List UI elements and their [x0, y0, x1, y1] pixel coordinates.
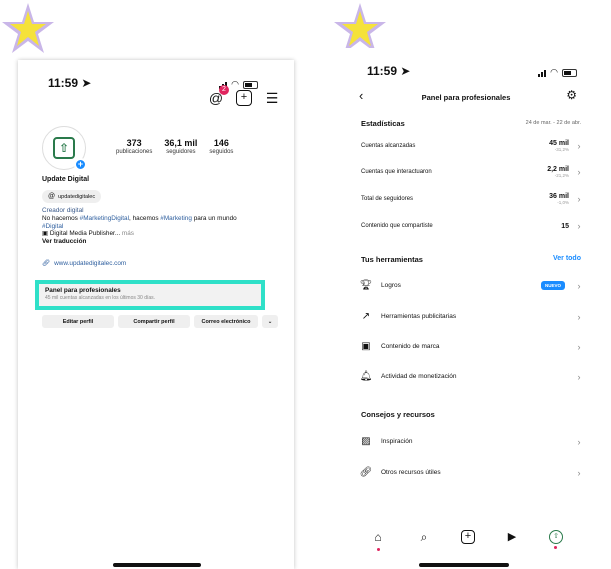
profile-category: Creador digital: [42, 207, 84, 214]
settings-icon[interactable]: ⚙: [566, 88, 577, 102]
chevron-right-icon: ›: [577, 141, 581, 151]
home-indicator: [113, 563, 201, 567]
branded-content-icon: ▣: [361, 341, 371, 352]
add-story-icon[interactable]: +: [74, 158, 87, 171]
chevron-right-icon: ›: [577, 280, 581, 291]
tool-monetization[interactable]: 🔔︎ Actividad de monetización ›: [359, 371, 583, 382]
new-badge: NUEVO: [540, 281, 565, 290]
tips-header: Consejos y recursos: [361, 410, 435, 419]
trophy-icon: 🏆︎: [359, 280, 373, 291]
website-link[interactable]: 🔗︎ www.updatedigitalec.com: [42, 259, 126, 268]
wifi-icon: ◠: [550, 67, 558, 77]
star-icon-left: [2, 3, 54, 53]
trend-arrow-icon: ↗: [361, 311, 371, 322]
status-time: 11:59 ➤: [367, 64, 411, 78]
edit-profile-button[interactable]: Editar perfil: [42, 315, 114, 328]
reels-icon[interactable]: ▶: [503, 530, 521, 545]
translate-link[interactable]: Ver traducción: [42, 238, 282, 246]
profile-stats: 373 publicaciones 36,1 mil seguidores 146 s…: [116, 138, 233, 155]
menu-icon[interactable]: ☰: [264, 90, 280, 106]
tip-inspiration[interactable]: ▨ Inspiración ›: [359, 436, 583, 447]
date-range[interactable]: 24 de mar. - 22 de abr.: [526, 120, 581, 126]
chevron-right-icon: ›: [577, 311, 581, 322]
home-icon[interactable]: ⌂: [369, 530, 387, 551]
tool-branded-content[interactable]: ▣ Contenido de marca ›: [359, 341, 583, 352]
threads-icon: @: [48, 193, 56, 200]
search-icon[interactable]: ⌕: [415, 530, 433, 545]
chevron-right-icon: ›: [577, 341, 581, 352]
tool-ad-tools[interactable]: ↗ Herramientas publicitarias ›: [359, 311, 583, 322]
more-link[interactable]: más: [120, 230, 134, 237]
professional-dashboard-button[interactable]: Panel para profesionales 45 mil cuentas …: [35, 280, 265, 310]
profile-bio: Creador digital No hacemos #MarketingDig…: [42, 207, 282, 246]
threads-handle: updatedigitalec: [58, 193, 96, 200]
tool-achievements[interactable]: 🏆︎ Logros NUEVO ›: [359, 280, 583, 291]
chevron-right-icon: ›: [577, 194, 581, 204]
stat-row-engaged[interactable]: Cuentas que interactuaron 2,2 mil -21,2% …: [361, 166, 583, 178]
profile-avatar-icon[interactable]: ⇧: [549, 530, 563, 549]
create-icon[interactable]: +: [236, 90, 252, 106]
image-icon: ▨: [361, 436, 371, 447]
chevron-right-icon: ›: [577, 167, 581, 177]
stat-row-followers[interactable]: Total de seguidores 36 mil -1,0% ›: [361, 193, 583, 205]
tools-header: Tus herramientas: [361, 255, 423, 264]
stats-header: Estadísticas: [361, 119, 405, 128]
status-icons: ◠: [538, 67, 577, 78]
profile-screen: 11:59 ➤ ◠ @2 + ☰ ⇧ + 373 publicaciones 36…: [18, 60, 294, 569]
stat-following[interactable]: 146 seguidos: [209, 138, 233, 155]
threads-badge: 2: [219, 85, 229, 95]
stat-row-reached[interactable]: Cuentas alcanzadas 45 mil -31,2% ›: [361, 140, 583, 152]
threads-handle-pill[interactable]: @ updatedigitalec: [42, 190, 102, 203]
home-indicator: [419, 563, 509, 567]
chevron-right-icon: ›: [577, 371, 581, 382]
bio-line-3: ▣ Digital Media Publisher... más: [42, 230, 135, 238]
bell-icon: 🔔︎: [359, 371, 373, 382]
panel-title: Panel para profesionales: [45, 287, 121, 294]
page-title: Panel para profesionales: [421, 93, 511, 102]
bottom-tab-bar: ⌂ ⌕ + ▶ ⇧: [337, 530, 595, 551]
tip-other-resources[interactable]: 🔗︎ Otros recursos útiles ›: [359, 467, 583, 478]
battery-icon: [243, 80, 258, 89]
status-time: 11:59 ➤: [48, 76, 92, 90]
bio-line-1: No hacemos #MarketingDigital, hacemos #M…: [42, 214, 237, 222]
create-icon[interactable]: +: [461, 530, 475, 544]
professional-dashboard-screen: 11:59 ➤ ◠ ‹ Panel para profesionales ⚙ E…: [337, 48, 595, 569]
logo-tree-icon: ⇧: [53, 137, 75, 159]
signal-icon: [538, 69, 547, 77]
hashtag-link[interactable]: #Digital: [42, 223, 282, 231]
stat-posts[interactable]: 373 publicaciones: [116, 138, 152, 155]
profile-name: Update Digital: [42, 176, 90, 183]
screenshot-canvas: 11:59 ➤ ◠ @2 + ☰ ⇧ + 373 publicaciones 36…: [0, 0, 611, 569]
share-profile-button[interactable]: Compartir perfil: [118, 315, 190, 328]
hashtag-link[interactable]: #MarketingDigital: [80, 215, 129, 222]
avatar[interactable]: ⇧ +: [42, 126, 87, 171]
stat-row-content-shared[interactable]: Contenido que compartiste 15 ›: [361, 221, 583, 231]
hashtag-link[interactable]: #Marketing: [160, 215, 192, 222]
threads-icon[interactable]: @2: [208, 85, 229, 106]
chevron-down-icon[interactable]: ⌄: [262, 315, 278, 328]
chevron-right-icon: ›: [577, 436, 581, 447]
panel-subtitle: 45 mil cuentas alcanzadas en los últimos…: [45, 295, 156, 301]
link-icon: 🔗︎: [359, 467, 373, 478]
stat-followers[interactable]: 36,1 mil seguidores: [164, 138, 197, 155]
chevron-right-icon: ›: [577, 467, 581, 478]
battery-icon: [562, 68, 577, 77]
email-button[interactable]: Correo electrónico: [194, 315, 258, 328]
profile-top-icons: @2 + ☰: [208, 85, 280, 106]
wifi-icon: ◠: [231, 79, 239, 89]
see-all-link[interactable]: Ver todo: [553, 255, 581, 262]
link-icon: 🔗︎: [42, 260, 51, 267]
profile-action-buttons: Editar perfil Compartir perfil Correo el…: [42, 315, 278, 328]
chevron-right-icon: ›: [577, 221, 581, 231]
